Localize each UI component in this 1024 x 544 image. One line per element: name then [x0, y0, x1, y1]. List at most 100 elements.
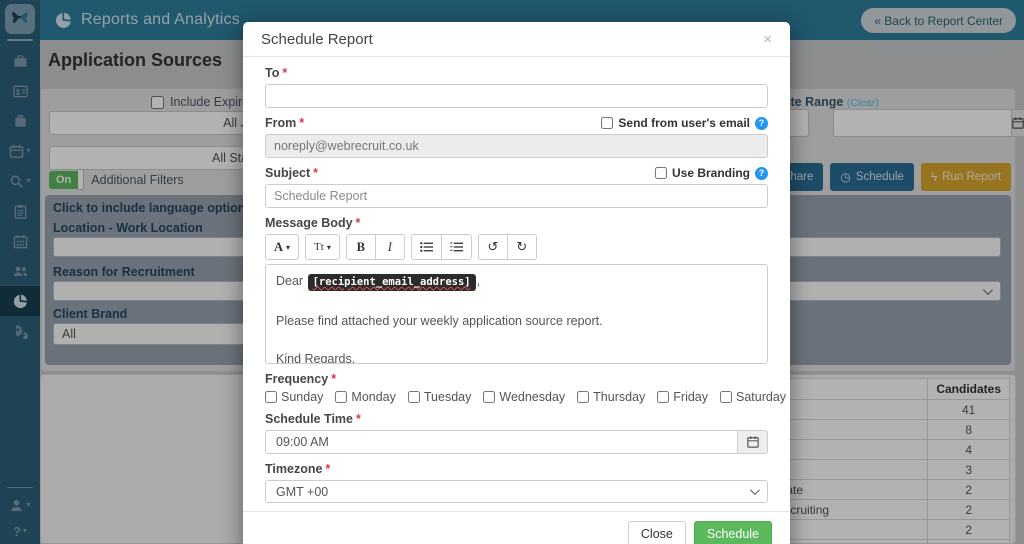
- send-from-users-email-label: Send from user's email: [618, 116, 750, 130]
- message-line: Kind Regards,: [276, 350, 757, 364]
- day-label: Tuesday: [424, 390, 471, 404]
- toolbar-group: ↺↻: [478, 234, 537, 260]
- modal-body: To* From* Send from user's email ? Subje…: [243, 57, 790, 511]
- toolbar-font-color-button[interactable]: A▾: [265, 234, 299, 260]
- help-icon[interactable]: ?: [755, 117, 768, 130]
- message-body-label: Message Body*: [265, 216, 768, 230]
- send-from-users-email-row[interactable]: Send from user's email ?: [601, 116, 768, 130]
- from-label-text: From: [265, 116, 296, 130]
- frequency-wednesday-checkbox[interactable]: [483, 391, 495, 403]
- subject-input[interactable]: [265, 184, 768, 208]
- frequency-monday-checkbox[interactable]: [335, 391, 347, 403]
- undo-icon: ↺: [487, 240, 498, 255]
- merge-token[interactable]: [recipient_email_address]: [308, 274, 476, 291]
- font-size-icon: Tt: [314, 241, 324, 253]
- toolbar-group: BI: [346, 234, 405, 260]
- caret-down-icon: ▾: [286, 243, 290, 252]
- toolbar-unordered-list-button[interactable]: [411, 234, 442, 260]
- toolbar-group: Tt▾: [305, 234, 340, 260]
- required-marker: *: [356, 412, 361, 426]
- message-text: Please find attached your weekly applica…: [276, 314, 603, 328]
- day-label: Wednesday: [499, 390, 565, 404]
- to-input[interactable]: [265, 84, 768, 108]
- frequency-day-thursday[interactable]: Thursday: [577, 390, 645, 404]
- toolbar-font-size-button[interactable]: Tt▾: [305, 234, 340, 260]
- toolbar-group: A▾: [265, 234, 299, 260]
- toolbar-ordered-list-button[interactable]: [441, 234, 472, 260]
- frequency-label-text: Frequency: [265, 372, 328, 386]
- required-marker: *: [331, 372, 336, 386]
- schedule-time-label: Schedule Time*: [265, 412, 768, 426]
- frequency-sunday-checkbox[interactable]: [265, 391, 277, 403]
- message-editor[interactable]: Dear [recipient_email_address], Please f…: [265, 264, 768, 364]
- frequency-label: Frequency*: [265, 372, 768, 386]
- schedule-time-group: [265, 430, 768, 454]
- close-button[interactable]: Close: [628, 521, 686, 544]
- frequency-day-monday[interactable]: Monday: [335, 390, 395, 404]
- bold-icon: B: [357, 240, 365, 255]
- frequency-day-friday[interactable]: Friday: [657, 390, 708, 404]
- toolbar-undo-button[interactable]: ↺: [478, 234, 508, 260]
- required-marker: *: [313, 166, 318, 180]
- toolbar-redo-button[interactable]: ↻: [507, 234, 537, 260]
- required-marker: *: [356, 216, 361, 230]
- from-label: From*: [265, 116, 304, 130]
- subject-label-text: Subject: [265, 166, 310, 180]
- send-from-users-email-checkbox[interactable]: [601, 117, 613, 129]
- help-icon[interactable]: ?: [755, 167, 768, 180]
- use-branding-checkbox[interactable]: [655, 167, 667, 179]
- unordered-list-icon: [420, 241, 433, 253]
- day-label: Friday: [673, 390, 708, 404]
- chevron-down-icon: [750, 485, 760, 495]
- use-branding-label: Use Branding: [672, 166, 750, 180]
- timezone-value: GMT +00: [276, 485, 328, 499]
- frequency-day-sunday[interactable]: Sunday: [265, 390, 323, 404]
- required-marker: *: [282, 66, 287, 80]
- message-text: Dear: [276, 274, 307, 288]
- font-color-icon: A: [274, 240, 283, 255]
- message-line: Please find attached your weekly applica…: [276, 312, 757, 330]
- toolbar-italic-button[interactable]: I: [375, 234, 405, 260]
- use-branding-row[interactable]: Use Branding ?: [655, 166, 768, 180]
- modal-footer: Close Schedule: [243, 511, 790, 544]
- timezone-select[interactable]: GMT +00: [265, 480, 768, 503]
- day-label: Sunday: [281, 390, 323, 404]
- modal-header: Schedule Report ×: [243, 22, 790, 57]
- frequency-saturday-checkbox[interactable]: [720, 391, 732, 403]
- required-marker: *: [299, 116, 304, 130]
- toolbar-group: [411, 234, 472, 260]
- schedule-time-input[interactable]: [265, 430, 738, 454]
- schedule-submit-button[interactable]: Schedule: [694, 521, 772, 544]
- message-text: ,: [477, 274, 480, 288]
- ordered-list-icon: [450, 241, 463, 253]
- timezone-label-text: Timezone: [265, 462, 322, 476]
- frequency-day-saturday[interactable]: Saturday: [720, 390, 786, 404]
- frequency-days-row: Sunday Monday Tuesday Wednesday Thursday Frid…: [265, 390, 768, 404]
- to-label: To*: [265, 66, 768, 80]
- caret-down-icon: ▾: [327, 243, 331, 252]
- required-marker: *: [325, 462, 330, 476]
- from-input: [265, 134, 768, 158]
- message-body-label-text: Message Body: [265, 216, 353, 230]
- message-line: [276, 293, 757, 311]
- frequency-friday-checkbox[interactable]: [657, 391, 669, 403]
- italic-icon: I: [388, 240, 392, 255]
- message-line: Dear [recipient_email_address],: [276, 272, 757, 292]
- merge-token-text: [recipient_email_address]: [313, 276, 471, 288]
- redo-icon: ↻: [516, 240, 527, 255]
- calendar-icon[interactable]: [738, 430, 768, 454]
- frequency-thursday-checkbox[interactable]: [577, 391, 589, 403]
- day-label: Monday: [351, 390, 395, 404]
- frequency-day-wednesday[interactable]: Wednesday: [483, 390, 565, 404]
- schedule-time-label-text: Schedule Time: [265, 412, 353, 426]
- message-line: [276, 331, 757, 349]
- frequency-tuesday-checkbox[interactable]: [408, 391, 420, 403]
- message-toolbar: A▾Tt▾BI↺↻: [265, 234, 768, 260]
- modal-title: Schedule Report: [261, 31, 373, 48]
- toolbar-bold-button[interactable]: B: [346, 234, 376, 260]
- schedule-report-modal: Schedule Report × To* From* Send from us…: [243, 22, 790, 544]
- message-text: Kind Regards,: [276, 352, 355, 364]
- close-icon[interactable]: ×: [763, 32, 772, 47]
- frequency-day-tuesday[interactable]: Tuesday: [408, 390, 471, 404]
- subject-label: Subject*: [265, 166, 318, 180]
